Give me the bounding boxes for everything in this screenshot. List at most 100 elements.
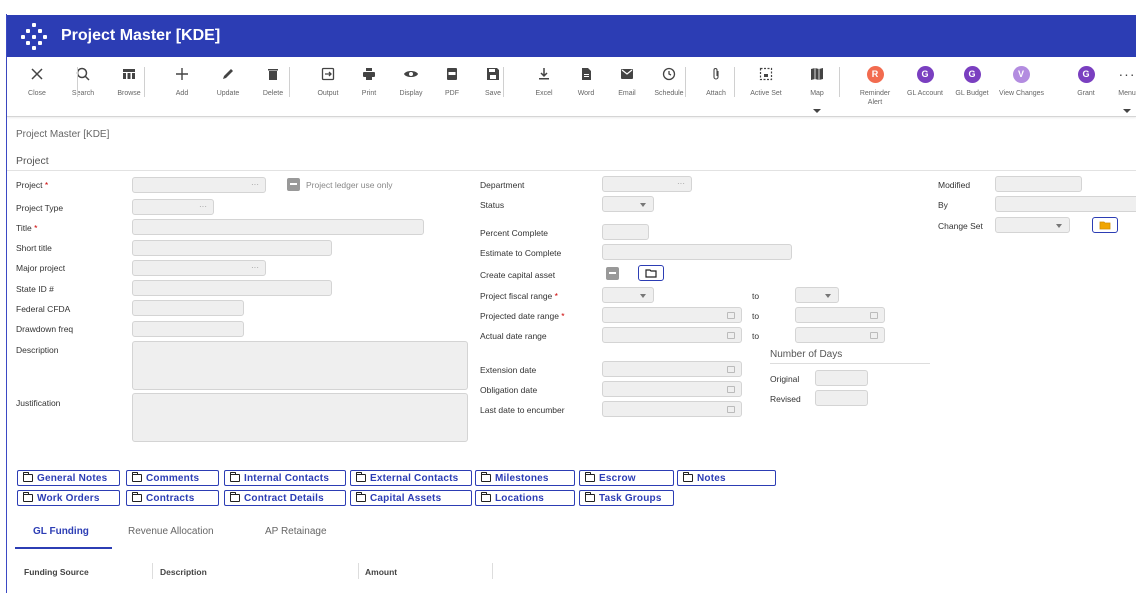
envelope-icon xyxy=(605,63,649,85)
federal-cfda-label: Federal CFDA xyxy=(16,304,71,314)
department-field[interactable]: ··· xyxy=(602,176,692,192)
change-set-folder-button[interactable] xyxy=(1092,217,1118,233)
link-milestones[interactable]: Milestones xyxy=(475,470,575,486)
link-external-contacts[interactable]: External Contacts xyxy=(350,470,472,486)
link-contracts[interactable]: Contracts xyxy=(126,490,219,506)
reminder-button[interactable]: R Reminder Alert xyxy=(853,63,897,107)
short-title-field[interactable] xyxy=(132,240,332,256)
fiscal-range-to-select[interactable] xyxy=(795,287,839,303)
change-set-select[interactable] xyxy=(995,217,1070,233)
link-contract-details[interactable]: Contract Details xyxy=(224,490,346,506)
tab-revenue-allocation[interactable]: Revenue Allocation xyxy=(128,526,214,537)
active-tab-indicator xyxy=(15,547,112,549)
folder-icon xyxy=(585,492,595,502)
map-button[interactable]: Map xyxy=(795,63,839,113)
obligation-date-field[interactable] xyxy=(602,381,742,397)
printer-icon xyxy=(347,63,391,85)
justification-field[interactable] xyxy=(132,393,468,442)
toolbar-separator xyxy=(77,67,78,97)
folder-icon xyxy=(481,492,491,502)
link-internal-contacts[interactable]: Internal Contacts xyxy=(224,470,346,486)
create-capital-asset-checkbox[interactable] xyxy=(606,267,619,280)
calendar-icon xyxy=(727,332,735,339)
column-separator xyxy=(152,563,153,579)
link-locations[interactable]: Locations xyxy=(475,490,575,506)
extension-date-field[interactable] xyxy=(602,361,742,377)
capital-asset-folder-button[interactable] xyxy=(638,265,664,281)
email-button[interactable]: Email xyxy=(605,63,649,98)
folder-icon xyxy=(23,472,33,482)
drawdown-freq-field[interactable] xyxy=(132,321,244,337)
paperclip-icon xyxy=(694,63,738,85)
search-button[interactable]: Search xyxy=(61,63,105,98)
folder-icon xyxy=(132,492,142,502)
viewchanges-button[interactable]: V View Changes xyxy=(999,63,1044,98)
output-button[interactable]: Output xyxy=(306,63,350,98)
update-button[interactable]: Update xyxy=(206,63,250,98)
glaccount-button[interactable]: G GL Account xyxy=(903,63,947,98)
fiscal-range-from-select[interactable] xyxy=(602,287,654,303)
project-type-field[interactable]: ··· xyxy=(132,199,214,215)
menu-button[interactable]: ··· Menu xyxy=(1105,63,1136,113)
link-work-orders[interactable]: Work Orders xyxy=(17,490,120,506)
folder-icon xyxy=(645,269,657,278)
pdf-icon xyxy=(430,63,474,85)
column-header-description[interactable]: Description xyxy=(160,567,207,577)
major-project-field[interactable]: ··· xyxy=(132,260,266,276)
projected-date-to-label: to xyxy=(752,311,760,321)
attach-button[interactable]: Attach xyxy=(694,63,738,98)
change-set-label: Change Set xyxy=(938,221,983,231)
toolbar-separator xyxy=(685,67,686,97)
link-capital-assets[interactable]: Capital Assets xyxy=(350,490,472,506)
pdf-button[interactable]: PDF xyxy=(430,63,474,98)
federal-cfda-field[interactable] xyxy=(132,300,244,316)
reminder-label: Reminder Alert xyxy=(859,90,891,106)
activeset-button[interactable]: Active Set xyxy=(744,63,788,98)
grant-button[interactable]: G Grant xyxy=(1064,63,1108,98)
word-button[interactable]: Word xyxy=(564,63,608,98)
column-header-funding-source[interactable]: Funding Source xyxy=(24,567,89,577)
status-select[interactable] xyxy=(602,196,654,212)
obligation-date-label: Obligation date xyxy=(480,385,538,395)
original-days-field[interactable] xyxy=(815,370,868,386)
revised-days-field[interactable] xyxy=(815,390,868,406)
title-field[interactable] xyxy=(132,219,424,235)
description-field[interactable] xyxy=(132,341,468,390)
state-id-field[interactable] xyxy=(132,280,332,296)
projected-date-to-field[interactable] xyxy=(795,307,885,323)
tab-ap-retainage[interactable]: AP Retainage xyxy=(265,526,327,537)
add-button[interactable]: Add xyxy=(160,63,204,98)
eye-icon xyxy=(389,63,433,85)
link-general-notes[interactable]: General Notes xyxy=(17,470,120,486)
gl-budget-icon: G xyxy=(950,63,994,85)
link-comments[interactable]: Comments xyxy=(126,470,219,486)
last-date-to-encumber-label: Last date to encumber xyxy=(480,405,565,415)
pencil-icon xyxy=(206,63,250,85)
app-logo-icon xyxy=(21,23,47,50)
column-header-amount[interactable]: Amount xyxy=(365,567,397,577)
link-task-groups[interactable]: Task Groups xyxy=(579,490,674,506)
estimate-to-complete-field[interactable] xyxy=(602,244,792,260)
calendar-icon xyxy=(727,406,735,413)
projected-date-from-field[interactable] xyxy=(602,307,742,323)
save-button[interactable]: Save xyxy=(471,63,515,98)
percent-complete-field[interactable] xyxy=(602,224,649,240)
calendar-icon xyxy=(727,312,735,319)
tab-gl-funding[interactable]: GL Funding xyxy=(33,526,89,537)
actual-date-from-field[interactable] xyxy=(602,327,742,343)
print-button[interactable]: Print xyxy=(347,63,391,98)
glbudget-button[interactable]: G GL Budget xyxy=(950,63,994,98)
output-icon xyxy=(306,63,350,85)
project-ledger-checkbox[interactable] xyxy=(287,178,300,191)
actual-date-to-field[interactable] xyxy=(795,327,885,343)
link-escrow[interactable]: Escrow xyxy=(579,470,674,486)
email-label: Email xyxy=(618,90,636,97)
close-button[interactable]: Close xyxy=(15,63,59,98)
project-label: Project * xyxy=(16,180,49,190)
print-label: Print xyxy=(361,90,377,97)
last-date-to-encumber-field[interactable] xyxy=(602,401,742,417)
display-button[interactable]: Display xyxy=(389,63,433,98)
excel-button[interactable]: Excel xyxy=(522,63,566,98)
link-notes[interactable]: Notes xyxy=(677,470,776,486)
project-field[interactable]: ··· xyxy=(132,177,266,193)
